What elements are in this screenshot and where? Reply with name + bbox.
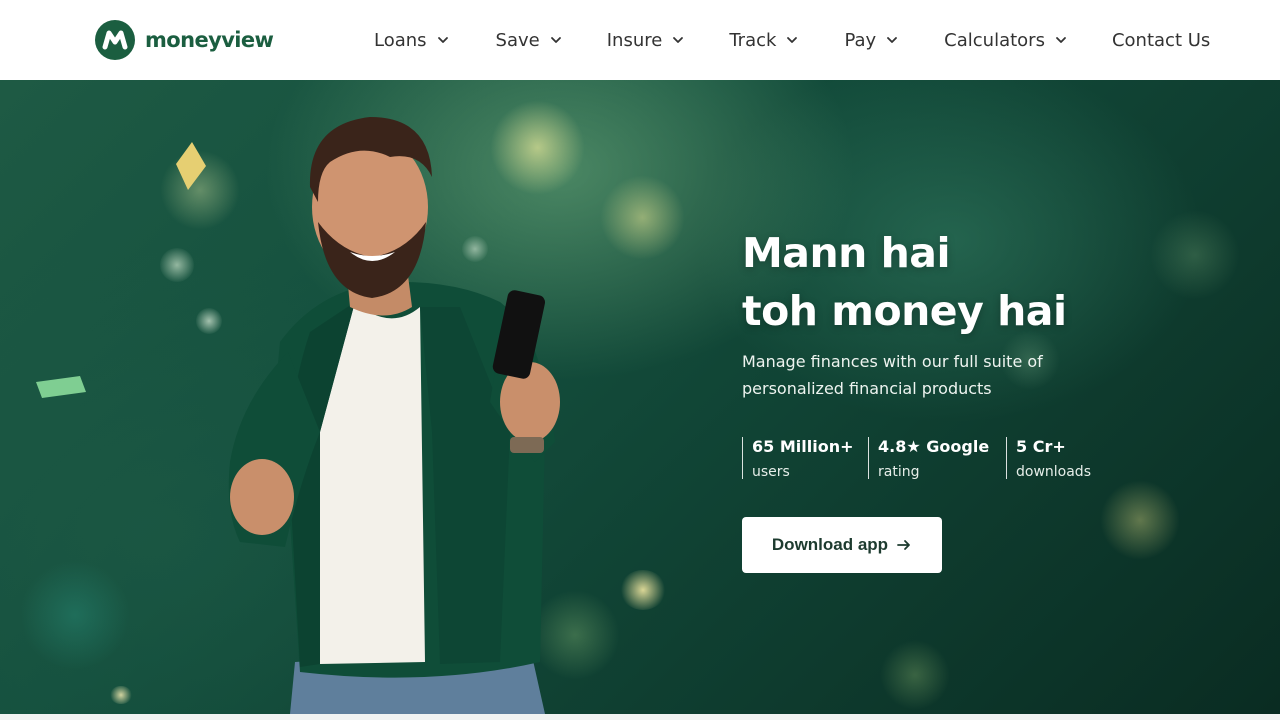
stat-label: users [752,464,790,480]
stats-row: 65 Million+ users 4.8★ Google rating 5 C… [742,437,1106,481]
site-header: moneyview Loans Save Insure Track Pay Ca… [0,0,1280,80]
bokeh-light [620,570,666,610]
download-app-button[interactable]: Download app [742,517,942,573]
nav-item-calculators[interactable]: Calculators [944,0,1067,80]
section-divider [0,714,1280,720]
nav-item-label: Pay [844,29,877,51]
stat-label: rating [878,464,920,480]
nav-item-pay[interactable]: Pay [844,0,898,80]
stat-users: 65 Million+ users [742,437,868,480]
brand-name: moneyview [145,28,274,52]
hero-subtitle: Manage finances with our full suite of p… [742,352,1043,398]
bokeh-light [600,175,685,260]
nav-item-insure[interactable]: Insure [607,0,685,80]
nav-item-track[interactable]: Track [729,0,798,80]
stat-value: 65 Million+ [752,437,854,456]
main-nav: Loans Save Insure Track Pay Calculators … [374,0,1210,80]
chevron-down-icon [673,37,684,43]
stat-value: 4.8★ Google [878,437,990,456]
nav-item-label: Calculators [944,29,1045,51]
hero-banner: Mann hai toh money hai Manage finances w… [0,80,1280,714]
brand-logo[interactable]: moneyview [95,20,274,60]
bokeh-light [880,640,950,710]
nav-item-save[interactable]: Save [496,0,562,80]
bokeh-light [160,248,194,282]
chevron-down-icon [437,37,448,43]
nav-item-label: Insure [606,29,663,51]
hero-headline: Mann hai toh money hai [742,224,1202,340]
headline-line-1: Mann hai [742,229,951,277]
bokeh-light [1100,480,1180,560]
download-app-label: Download app [771,535,889,554]
bokeh-light [110,686,132,704]
chevron-down-icon [550,37,561,43]
nav-item-loans[interactable]: Loans [374,0,449,80]
chevron-down-icon [1056,37,1066,43]
nav-item-label: Loans [374,29,427,51]
bokeh-light [20,560,130,670]
nav-item-contact-us[interactable]: Contact Us [1112,0,1210,80]
hero-person-image [228,117,560,714]
stat-downloads: 5 Cr+ downloads [1006,437,1106,480]
stat-rating: 4.8★ Google rating [868,437,1006,480]
chevron-down-icon [787,37,798,43]
confetti-icon [36,376,86,398]
arrow-right-icon [897,540,910,550]
headline-line-2: toh money hai [742,287,1067,335]
nav-item-label: Save [495,29,540,51]
chevron-down-icon [887,37,898,43]
nav-item-label: Contact Us [1111,29,1211,51]
nav-item-label: Track [729,29,777,51]
stat-value: 5 Cr+ [1016,437,1066,456]
moneyview-logo-icon [95,20,135,60]
stat-label: downloads [1016,464,1091,480]
